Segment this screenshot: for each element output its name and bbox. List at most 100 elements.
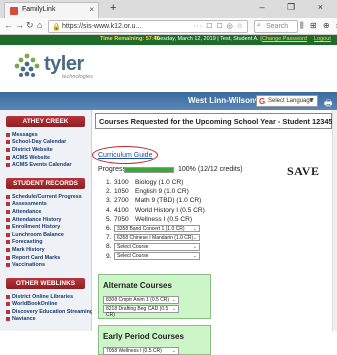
sidebar-item-mark-history[interactable]: Mark History — [6, 246, 91, 254]
tyler-logo-icon — [14, 53, 40, 77]
sidebar-item-enrollment-history[interactable]: Enrollment History — [6, 223, 91, 231]
bullet-icon — [6, 263, 10, 268]
sidebar-item-messages[interactable]: Messages — [6, 131, 91, 139]
browser-tab[interactable]: FamilyLink × — [4, 2, 99, 18]
course-code: 7050 — [114, 215, 129, 223]
logout-link[interactable]: Logout — [314, 36, 331, 42]
course-name: Wellness I (0.5 CR) — [135, 215, 193, 223]
chevron-down-icon: ⌄ — [192, 253, 197, 260]
course-number: 2. — [106, 188, 112, 196]
bullet-icon — [6, 132, 10, 137]
chevron-down-icon: ⌄ — [192, 225, 197, 232]
alternate-select-1[interactable]: 8308 Cmptr Anim 1 (0.5 CR) ⌄ — [103, 296, 179, 304]
early-select-1[interactable]: 7058 Wellness I (0.5 CR) ⌄ — [103, 347, 179, 355]
chevron-down-icon: ⌄ — [192, 244, 197, 251]
sidebar-item-schedule-current-progress[interactable]: Schedule/Current Progress — [6, 193, 91, 201]
bullet-icon — [6, 155, 10, 160]
browser-nav-bar: ← → ↻ ⌂ 🔒 https://sis-www.k12.or.u... ··… — [0, 18, 337, 35]
sidebar-item-district-online-libraries[interactable]: District Online Libraries — [6, 293, 91, 301]
alternate-select-2-value: 8218 Drafting Beg CAD (0.5 CR) — [106, 306, 169, 318]
back-icon[interactable]: ← — [4, 20, 13, 30]
sidebar-item-label: School-Day Calendar — [12, 139, 67, 146]
close-tab-icon[interactable]: × — [89, 5, 94, 14]
url-actions[interactable]: ··· ☐ ☐ ◎ ☆ — [193, 22, 244, 30]
sidebar-item-discovery-education-streaming-videos[interactable]: Discovery Education Streaming Videos — [6, 308, 112, 316]
course-number: 7. — [106, 234, 112, 242]
bullet-icon — [6, 194, 10, 199]
early-heading: Early Period Courses — [103, 332, 184, 341]
course-row: 4. 4100 World History I (0.5 CR) — [106, 206, 205, 215]
course-select-row: 8. Select Course ⌄ — [106, 242, 205, 251]
scrollbar[interactable] — [332, 110, 337, 331]
home-icon[interactable]: ⌂ — [37, 20, 42, 30]
sidebar-item-label: Enrollment History — [12, 224, 61, 231]
sidebar-item-lunchroom-balance[interactable]: Lunchroom Balance — [6, 231, 91, 239]
early-period-box: Early Period Courses 7058 Wellness I (0.… — [98, 325, 211, 355]
sidebar-item-vaccinations[interactable]: Vaccinations — [6, 261, 91, 269]
course-select-value: 6358 Chinese I Mandarin (1.0 CR) — [117, 234, 194, 241]
course-select-row: 7. 6358 Chinese I Mandarin (1.0 CR) ⌄ — [106, 233, 205, 242]
sidebar-item-assessments[interactable]: Assessments — [6, 201, 91, 209]
tab-title: FamilyLink — [22, 6, 56, 13]
search-input[interactable]: ⌕ Search — [254, 20, 298, 33]
course-row: 5. 7050 Wellness I (0.5 CR) — [106, 215, 205, 224]
page-title: Courses Requested for the Upcoming Schoo… — [99, 117, 337, 126]
course-select-value: Select Course — [117, 244, 149, 251]
sidebar-item-label: Attendance — [12, 208, 42, 215]
sidebar-list-weblinks: District Online Libraries WorldBookOnline… — [0, 291, 112, 326]
course-name: Biology (1.0 CR) — [135, 179, 184, 187]
sidebar-item-attendance[interactable]: Attendance — [6, 208, 91, 216]
language-select[interactable]: G Select Language ▼ — [256, 95, 318, 107]
sidebar-item-label: Naviance — [12, 316, 36, 323]
progress-bar — [124, 167, 174, 173]
bullet-icon — [6, 225, 10, 230]
sidebar-item-label: ACMS Events Calendar — [12, 162, 72, 169]
toolbar-icons[interactable]: ⫼ ⊞ ⊕ » — [300, 21, 337, 31]
sidebar-item-attendance-history[interactable]: Attendance History — [6, 216, 91, 224]
alternate-select-2[interactable]: 8218 Drafting Beg CAD (0.5 CR) ⌄ — [103, 305, 179, 318]
bullet-icon — [6, 232, 10, 237]
bullet-icon — [6, 255, 10, 260]
course-select[interactable]: Select Course ⌄ — [114, 243, 200, 251]
sidebar-item-naviance[interactable]: Naviance — [6, 316, 91, 324]
sidebar-item-label: Forecasting — [12, 239, 43, 246]
sidebar-list-school: Messages School-Day Calendar District Webs… — [0, 129, 91, 172]
course-row: 3. 2700 Math 9 (TBD) (1.0 CR) — [106, 196, 205, 205]
save-button[interactable]: SAVE — [287, 164, 319, 179]
bullet-icon — [6, 302, 10, 307]
favicon-icon — [10, 7, 18, 15]
curriculum-guide-link[interactable]: Curriculum Guide — [98, 152, 152, 159]
sidebar-item-worldbookonline[interactable]: WorldBookOnline — [6, 301, 91, 309]
course-select[interactable]: 6358 Chinese I Mandarin (1.0 CR) ⌄ — [114, 233, 200, 242]
course-select[interactable]: 3358 Band Concert 1 (1.0 CR) ⌄ — [114, 224, 200, 233]
bullet-icon — [6, 294, 10, 299]
course-name: English 9 (1.0 CR) — [135, 188, 189, 196]
address-bar[interactable]: 🔒 https://sis-www.k12.or.u... ··· ☐ ☐ ◎ … — [48, 20, 248, 33]
bullet-icon — [6, 217, 10, 222]
sidebar-item-report-card-marks[interactable]: Report Card Marks — [6, 254, 91, 262]
forward-icon[interactable]: → — [15, 20, 24, 30]
new-tab-button[interactable]: + — [110, 2, 116, 14]
reload-icon[interactable]: ↻ — [26, 20, 34, 31]
sidebar-item-forecasting[interactable]: Forecasting — [6, 239, 91, 247]
sidebar-item-school-day-calendar[interactable]: School-Day Calendar — [6, 139, 91, 147]
chevron-down-icon: ⌄ — [171, 297, 176, 303]
course-select[interactable]: Select Course ⌄ — [114, 252, 200, 260]
course-number: 8. — [106, 243, 112, 251]
sidebar-item-acms-events-calendar[interactable]: ACMS Events Calendar — [6, 161, 91, 169]
change-password-link[interactable]: Change Password — [262, 36, 307, 42]
sidebar-item-district-website[interactable]: District Website — [6, 146, 91, 154]
search-icon: ⌕ — [257, 22, 261, 29]
chevron-down-icon: ⌄ — [171, 348, 176, 354]
alternate-courses-box: Alternate Courses 8308 Cmptr Anim 1 (0.5… — [98, 274, 211, 319]
course-code: 3100 — [114, 179, 129, 187]
bullet-icon — [6, 240, 10, 245]
course-select-row: 6. 3358 Band Concert 1 (1.0 CR) ⌄ — [106, 224, 205, 233]
sidebar-heading-records: STUDENT RECORDS — [6, 177, 85, 189]
sidebar-item-label: Attendance History — [12, 216, 62, 223]
sidebar-item-acms-website[interactable]: ACMS Website — [6, 154, 91, 162]
chevron-down-icon: ▼ — [308, 97, 315, 104]
course-select-value: Select Course — [117, 253, 149, 260]
course-row: 2. 1050 English 9 (1.0 CR) — [106, 187, 205, 196]
window-controls[interactable]: – ❐ × — [260, 2, 333, 13]
